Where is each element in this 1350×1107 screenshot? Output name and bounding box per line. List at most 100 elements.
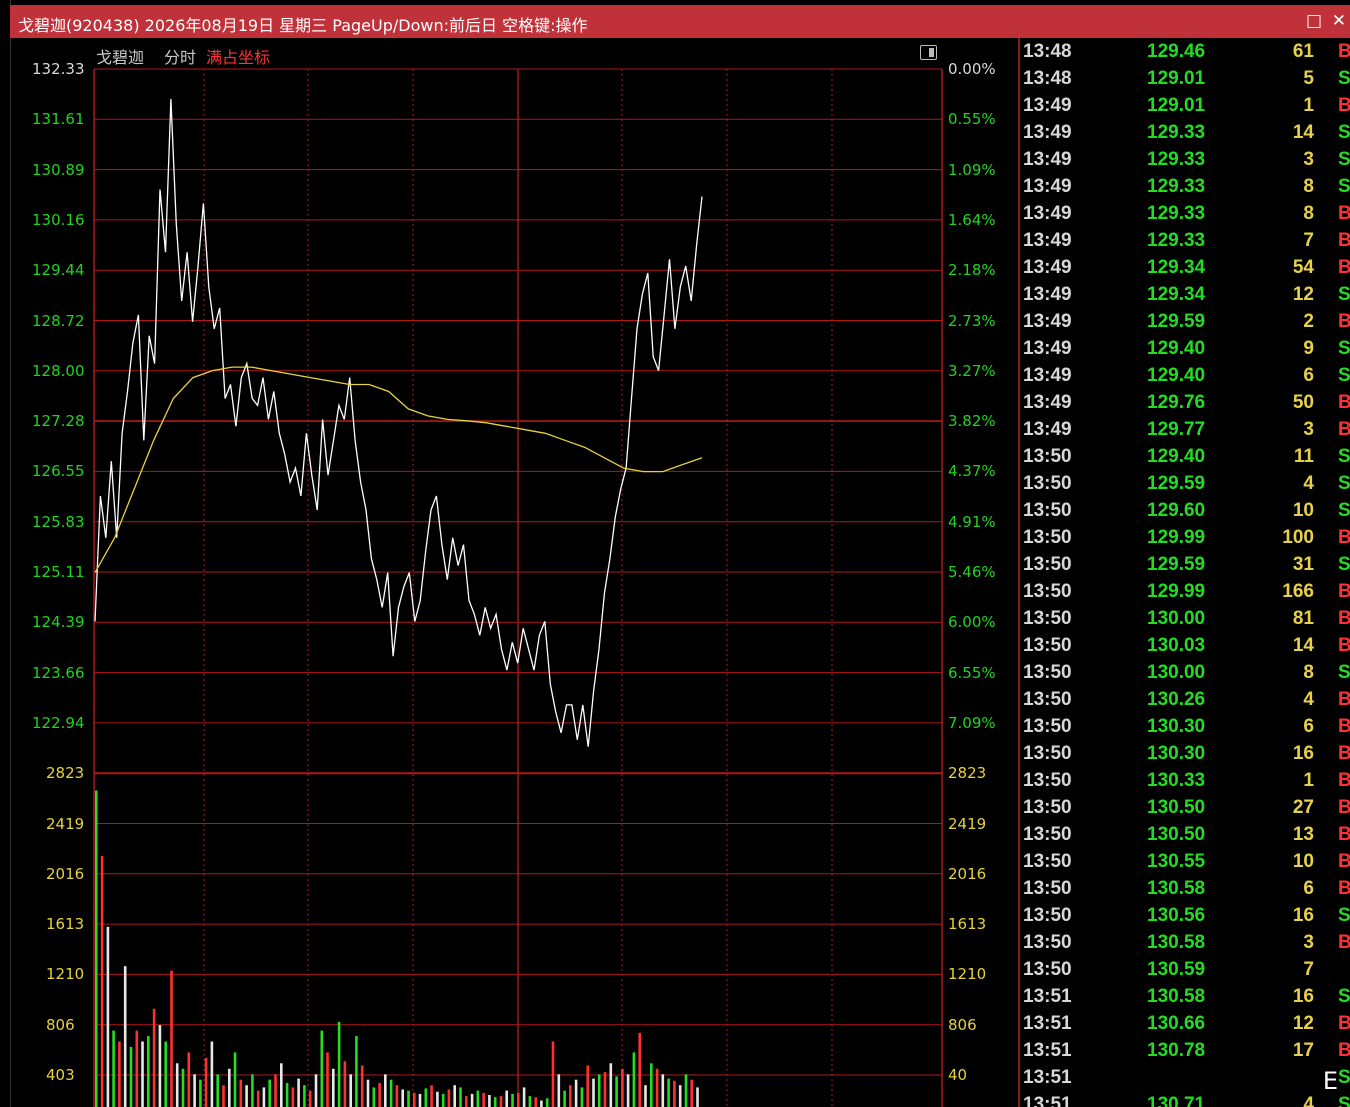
pct-tick-label: 2.18% xyxy=(948,261,996,280)
trade-row[interactable]: 13:49 129.33 3 S xyxy=(1020,146,1350,173)
trade-time: 13:50 xyxy=(1023,662,1072,683)
trade-volume: 8 xyxy=(1303,203,1314,224)
trade-side: B xyxy=(1338,824,1350,846)
trade-time: 13:50 xyxy=(1023,878,1072,899)
trade-row[interactable]: 13:51 130.71 4 S xyxy=(1020,1091,1350,1107)
pct-tick-label: 5.46% xyxy=(948,563,996,581)
trade-row[interactable]: 13:50 129.40 11 S xyxy=(1020,443,1350,470)
volume-tick-label: 806 xyxy=(46,1015,75,1034)
trade-side: S xyxy=(1338,500,1350,521)
intraday-chart-panel[interactable]: 戈碧迦 分时 满占坐标 132.33 0.00% 131.61 0.55% 130.89… xyxy=(10,38,1018,1107)
trade-volume: 6 xyxy=(1303,716,1314,737)
trade-row[interactable]: 13:50 130.50 13 B xyxy=(1020,821,1350,848)
trade-row[interactable]: 13:50 130.55 10 B xyxy=(1020,848,1350,875)
trade-row[interactable]: 13:50 130.00 8 S xyxy=(1020,659,1350,686)
trade-volume: 6 xyxy=(1303,365,1314,386)
trade-row[interactable]: 13:49 129.59 2 B xyxy=(1020,308,1350,335)
trade-volume: 5 xyxy=(1303,68,1314,89)
trade-price: 130.33 xyxy=(1147,770,1206,791)
trade-time: 13:51 xyxy=(1023,1040,1072,1061)
trade-time: 13:49 xyxy=(1023,365,1072,386)
trade-row[interactable]: 13:50 130.26 4 B xyxy=(1020,686,1350,713)
trade-volume: 1 xyxy=(1303,95,1314,116)
trade-time: 13:50 xyxy=(1023,554,1072,575)
trade-time: 13:48 xyxy=(1023,41,1072,62)
trade-time: 13:50 xyxy=(1023,959,1072,980)
trade-volume: 100 xyxy=(1282,527,1314,548)
trade-time: 13:49 xyxy=(1023,392,1072,413)
trade-price: 130.30 xyxy=(1147,716,1206,737)
trade-time: 13:50 xyxy=(1023,635,1072,656)
trade-side: B xyxy=(1338,770,1350,792)
trade-row[interactable]: 13:49 129.76 50 B xyxy=(1020,389,1350,416)
trade-side: S xyxy=(1338,284,1350,305)
trade-time: 13:50 xyxy=(1023,446,1072,467)
trade-price: 129.40 xyxy=(1147,338,1206,359)
price-tick-label: 129.44 xyxy=(32,261,85,280)
trade-row[interactable]: 13:50 130.00 81 B xyxy=(1020,605,1350,632)
trade-row[interactable]: 13:49 129.34 54 B xyxy=(1020,254,1350,281)
trade-row[interactable]: 13:51 S xyxy=(1020,1064,1350,1091)
trade-row[interactable]: 13:50 130.58 3 B xyxy=(1020,929,1350,956)
trade-row[interactable]: 13:51 130.66 12 B xyxy=(1020,1010,1350,1037)
volume-tick-label-right: 1210 xyxy=(948,965,987,984)
trade-row[interactable]: 13:49 129.40 9 S xyxy=(1020,335,1350,362)
trade-side: B xyxy=(1338,932,1350,954)
trade-row[interactable]: 13:50 130.50 27 B xyxy=(1020,794,1350,821)
trade-time: 13:51 xyxy=(1023,986,1072,1007)
trade-row[interactable]: 13:50 130.33 1 B xyxy=(1020,767,1350,794)
trade-time: 13:49 xyxy=(1023,122,1072,143)
trade-side: B xyxy=(1338,743,1350,765)
trade-price: 130.03 xyxy=(1147,635,1206,656)
trade-volume: 7 xyxy=(1303,230,1314,251)
pct-tick-label: 3.82% xyxy=(948,412,996,431)
trade-row[interactable]: 13:50 130.03 14 B xyxy=(1020,632,1350,659)
trade-row[interactable]: 13:50 129.99 166 B xyxy=(1020,578,1350,605)
trade-side: B xyxy=(1338,878,1350,900)
trade-time: 13:49 xyxy=(1023,230,1072,251)
trade-side: B xyxy=(1338,41,1350,63)
trade-row[interactable]: 13:49 129.01 1 B xyxy=(1020,92,1350,119)
trade-price: 129.59 xyxy=(1147,554,1206,575)
trade-row[interactable]: 13:50 130.30 6 B xyxy=(1020,713,1350,740)
trade-row[interactable]: 13:49 129.34 12 S xyxy=(1020,281,1350,308)
window-title-bar[interactable]: 戈碧迦(920438) 2026年08月19日 星期三 PageUp/Down:… xyxy=(10,5,1350,38)
trade-row[interactable]: 13:49 129.33 7 B xyxy=(1020,227,1350,254)
trade-row[interactable]: 13:50 130.58 6 B xyxy=(1020,875,1350,902)
trade-row[interactable]: 13:48 129.01 5 S xyxy=(1020,65,1350,92)
trade-row[interactable]: 13:49 129.33 8 B xyxy=(1020,200,1350,227)
trade-row[interactable]: 13:49 129.33 8 S xyxy=(1020,173,1350,200)
trade-volume: 16 xyxy=(1292,743,1314,764)
trade-row[interactable]: 13:50 130.30 16 B xyxy=(1020,740,1350,767)
trade-time: 13:49 xyxy=(1023,284,1072,305)
trade-row[interactable]: 13:49 129.77 3 B xyxy=(1020,416,1350,443)
price-tick-label: 131.61 xyxy=(32,110,85,129)
trade-volume: 166 xyxy=(1282,581,1314,602)
tick-trade-list[interactable]: 13:48129.4661B13:48129.015S13:49129.011B… xyxy=(1018,38,1350,1107)
trade-row[interactable]: 13:50 130.56 16 S xyxy=(1020,902,1350,929)
pct-tick-label: 2.73% xyxy=(948,311,996,330)
price-tick-label: 124.39 xyxy=(32,613,85,632)
trade-time: 13:50 xyxy=(1023,932,1072,953)
trade-row[interactable]: 13:49 129.33 14 S xyxy=(1020,119,1350,146)
trade-side: S xyxy=(1338,554,1350,575)
volume-tick-label-right: 40 xyxy=(948,1066,968,1084)
trade-time: 13:50 xyxy=(1023,851,1072,872)
close-button[interactable]: ✕ xyxy=(1332,11,1346,31)
pct-tick-label: 7.09% xyxy=(948,713,996,732)
trade-row[interactable]: 13:51 130.58 16 S xyxy=(1020,983,1350,1010)
trade-row[interactable]: 13:50 129.59 4 S xyxy=(1020,470,1350,497)
trade-row[interactable]: 13:50 129.60 10 S xyxy=(1020,497,1350,524)
price-tick-label: 123.66 xyxy=(32,663,85,682)
trade-side: B xyxy=(1338,419,1350,441)
trade-row[interactable]: 13:51 130.78 17 B xyxy=(1020,1037,1350,1064)
trade-price: 129.59 xyxy=(1147,311,1206,332)
trade-row[interactable]: 13:48 129.46 61 B xyxy=(1020,38,1350,65)
trade-row[interactable]: 13:50 129.59 31 S xyxy=(1020,551,1350,578)
price-tick-label: 122.94 xyxy=(32,713,85,732)
maximize-button[interactable]: □ xyxy=(1306,11,1322,31)
trade-row[interactable]: 13:50 130.59 7 xyxy=(1020,956,1350,983)
trade-price: 130.50 xyxy=(1147,824,1206,845)
trade-row[interactable]: 13:50 129.99 100 B xyxy=(1020,524,1350,551)
trade-row[interactable]: 13:49 129.40 6 S xyxy=(1020,362,1350,389)
